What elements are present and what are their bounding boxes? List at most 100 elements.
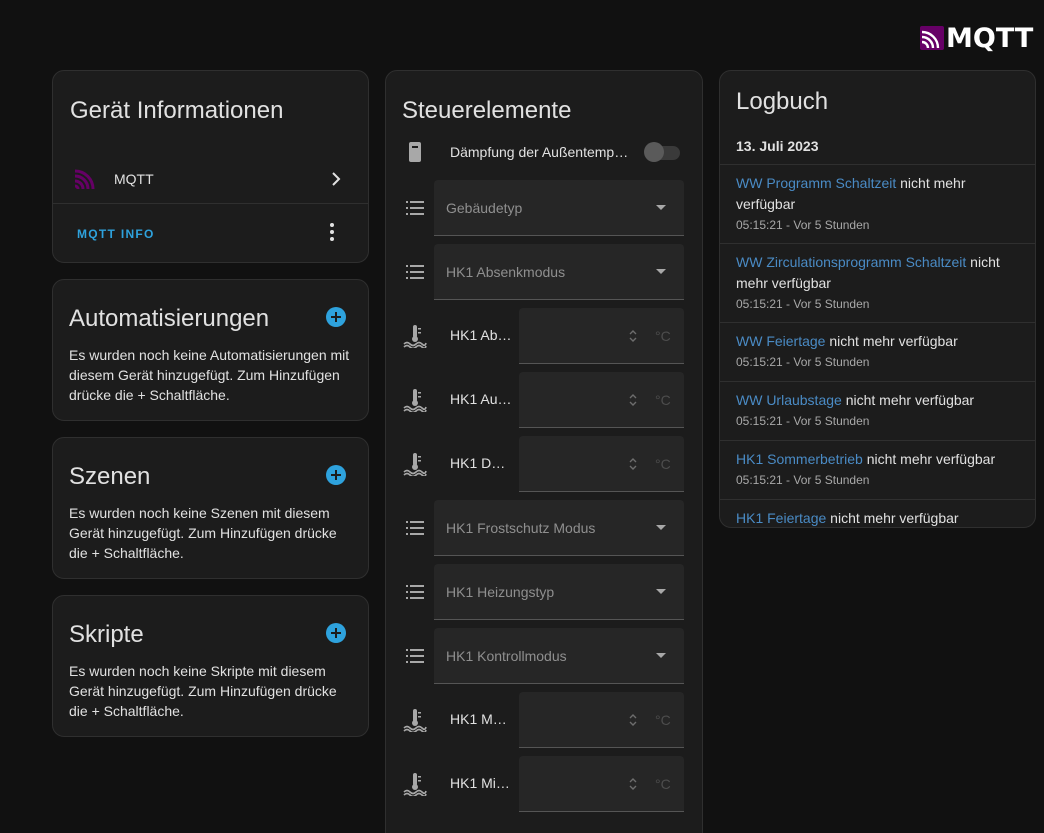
control-row: HK1 Frostschutz Modus	[386, 499, 702, 557]
water-thermometer-icon	[403, 453, 427, 476]
control-row: HK1 Absenkmodus	[386, 243, 702, 301]
list-icon	[406, 265, 424, 279]
scripts-description: Es wurden noch keine Skripte mit diesem …	[69, 663, 337, 719]
select-label: HK1 Frostschutz Modus	[446, 520, 596, 536]
automations-description: Es wurden noch keine Automatisierungen m…	[69, 347, 350, 403]
entry-message: nicht mehr verfügbar	[830, 510, 959, 526]
dropdown-arrow-icon	[656, 269, 666, 274]
add-script-icon[interactable]	[326, 623, 346, 643]
number-label: HK1 Ma…	[450, 711, 512, 727]
entity-link[interactable]: WW Urlaubstage	[736, 392, 842, 408]
list-icon	[406, 201, 424, 215]
control-toggle-row: Dämpfung der Außentempe…	[386, 137, 702, 167]
entry-message: nicht mehr verfügbar	[866, 451, 996, 467]
logbook-date: 13. Juli 2023	[736, 138, 819, 154]
toggle-label: Dämpfung der Außentempe…	[450, 144, 633, 160]
water-thermometer-icon	[403, 325, 427, 348]
control-select[interactable]: HK1 Absenkmodus	[434, 244, 684, 300]
divider	[53, 203, 368, 204]
add-scene-icon[interactable]	[326, 465, 346, 485]
control-select[interactable]: HK1 Kontrollmodus	[434, 628, 684, 684]
water-thermometer-icon	[403, 709, 427, 732]
control-row: HK1 Dur… °C	[386, 435, 702, 493]
add-automation-icon[interactable]	[326, 307, 346, 327]
logbook-entry: WW Zirculationsprogramm Schaltzeit nicht…	[720, 243, 1035, 311]
unit-label: °C	[655, 392, 671, 408]
list-icon	[406, 649, 424, 663]
dropdown-arrow-icon	[656, 205, 666, 210]
logbook-entry: HK1 Feiertage nicht mehr verfügbar	[720, 499, 1035, 527]
control-row: HK1 Heizungstyp	[386, 563, 702, 621]
entry-message: nicht mehr verfügbar	[829, 333, 958, 349]
integration-row[interactable]: MQTT	[53, 155, 368, 203]
automations-title: Automatisierungen	[69, 305, 270, 332]
spin-arrows-icon[interactable]	[629, 328, 637, 344]
entry-time: 05:15:21 - Vor 5 Stunden	[736, 414, 870, 428]
number-input[interactable]: °C	[519, 756, 684, 812]
mqtt-brand-icon	[74, 169, 95, 190]
number-input[interactable]: °C	[519, 436, 684, 492]
spin-arrows-icon[interactable]	[629, 456, 637, 472]
entry-message: nicht mehr verfügbar	[845, 392, 975, 408]
control-select[interactable]: HK1 Frostschutz Modus	[434, 500, 684, 556]
select-label: HK1 Heizungstyp	[446, 584, 555, 600]
scenes-description: Es wurden noch keine Szenen mit diesem G…	[69, 505, 337, 561]
mqtt-logo: MQTT	[920, 23, 1033, 54]
spin-arrows-icon[interactable]	[629, 776, 637, 792]
control-row: HK1 Ab… °C	[386, 307, 702, 365]
entry-time: 05:15:21 - Vor 5 Stunden	[736, 355, 870, 369]
controls-title: Steuerelemente	[402, 97, 572, 124]
device-info-card: Gerät Informationen MQTT MQTT INFO	[52, 70, 369, 263]
entry-time: 05:15:21 - Vor 5 Stunden	[736, 297, 870, 311]
number-label: HK1 Ab…	[450, 327, 512, 343]
dropdown-arrow-icon	[656, 589, 666, 594]
control-row: HK1 Ma… °C	[386, 691, 702, 749]
number-label: HK1 Dur…	[450, 455, 512, 471]
select-label: HK1 Absenkmodus	[446, 264, 566, 280]
integration-label: MQTT	[114, 171, 154, 187]
number-input[interactable]: °C	[519, 692, 684, 748]
mqtt-info-button[interactable]: MQTT INFO	[77, 227, 155, 241]
dropdown-arrow-icon	[656, 653, 666, 658]
logbook-card: Logbuch 13. Juli 2023 WW Programm Schalt…	[719, 70, 1036, 528]
mqtt-logo-icon	[920, 26, 944, 50]
scenes-title: Szenen	[69, 463, 151, 490]
control-select[interactable]: Gebäudetyp	[434, 180, 684, 236]
control-row: HK1 Kontrollmodus	[386, 627, 702, 685]
scenes-card: Szenen Es wurden noch keine Szenen mit d…	[52, 437, 369, 579]
entry-time: 05:15:21 - Vor 5 Stunden	[736, 473, 870, 487]
scripts-card: Skripte Es wurden noch keine Skripte mit…	[52, 595, 369, 737]
entity-link[interactable]: WW Programm Schaltzeit	[736, 175, 896, 191]
entity-link[interactable]: HK1 Sommerbetrieb	[736, 451, 863, 467]
unit-label: °C	[655, 776, 671, 792]
entity-link[interactable]: WW Feiertage	[736, 333, 825, 349]
logbook-title: Logbuch	[736, 88, 829, 115]
number-input[interactable]: °C	[519, 308, 684, 364]
chevron-right-icon	[332, 172, 341, 186]
unit-label: °C	[655, 328, 671, 344]
number-label: HK1 Au…	[450, 391, 512, 407]
list-icon	[406, 585, 424, 599]
select-label: Gebäudetyp	[446, 200, 523, 216]
entity-link[interactable]: WW Zirculationsprogramm Schaltzeit	[736, 254, 966, 270]
number-label: HK1 Mi…	[450, 775, 510, 791]
damping-toggle[interactable]	[644, 142, 682, 162]
control-row: HK1 Au… °C	[386, 371, 702, 429]
entity-link[interactable]: HK1 Feiertage	[736, 510, 826, 526]
logbook-entry: WW Feiertage nicht mehr verfügbar 05:15:2…	[720, 322, 1035, 369]
logbook-entry: WW Programm Schaltzeit nicht mehr verfüg…	[720, 164, 1035, 232]
controls-card: Steuerelemente Dämpfung der Außentempe… …	[385, 70, 703, 833]
device-info-title: Gerät Informationen	[70, 97, 284, 124]
logbook-entry: WW Urlaubstage nicht mehr verfügbar 05:15…	[720, 381, 1035, 428]
control-select[interactable]: HK1 Heizungstyp	[434, 564, 684, 620]
water-thermometer-icon	[403, 773, 427, 796]
spin-arrows-icon[interactable]	[629, 712, 637, 728]
number-input[interactable]: °C	[519, 372, 684, 428]
spin-arrows-icon[interactable]	[629, 392, 637, 408]
remote-icon	[409, 142, 421, 162]
unit-label: °C	[655, 456, 671, 472]
dropdown-arrow-icon	[656, 525, 666, 530]
more-options-icon[interactable]	[330, 223, 334, 241]
select-label: HK1 Kontrollmodus	[446, 648, 567, 664]
unit-label: °C	[655, 712, 671, 728]
